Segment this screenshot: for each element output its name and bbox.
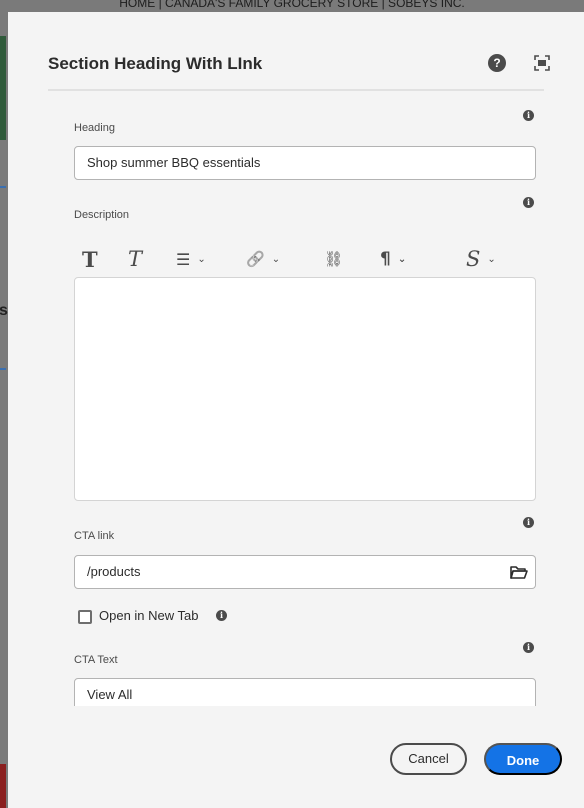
background-letter: s xyxy=(0,302,8,319)
browse-button[interactable] xyxy=(501,555,536,589)
cta-text-input[interactable]: View All xyxy=(74,678,536,706)
bold-button[interactable]: T xyxy=(82,246,98,272)
header-divider xyxy=(48,89,544,91)
list-icon: ☰ xyxy=(176,249,191,269)
open-new-tab-label: Open in New Tab xyxy=(99,608,199,623)
styles-icon: S xyxy=(466,247,481,271)
cta-link-label: CTA link xyxy=(74,530,115,542)
heading-label: Heading xyxy=(74,122,115,134)
scroll-viewport: View All xyxy=(68,672,548,706)
cta-link-info-icon[interactable]: i xyxy=(523,517,534,528)
list-button[interactable]: ☰ ⌄ xyxy=(176,248,206,270)
background-red-block xyxy=(0,764,6,808)
section-heading-dialog: Section Heading With LInk ? i Heading Sh… xyxy=(8,12,584,808)
background-blue-line-2 xyxy=(0,368,6,370)
unlink-icon: ⛓ xyxy=(324,250,344,268)
chevron-down-icon: ⌄ xyxy=(271,253,281,265)
done-button[interactable]: Done xyxy=(484,743,562,775)
description-label: Description xyxy=(74,209,130,221)
fullscreen-icon[interactable] xyxy=(534,55,550,71)
italic-icon: T xyxy=(128,247,143,271)
heading-input[interactable]: Shop summer BBQ essentials xyxy=(74,146,536,180)
chevron-down-icon: ⌄ xyxy=(487,253,496,265)
paragraph-button[interactable]: ¶ ⌄ xyxy=(380,248,406,270)
paragraph-icon: ¶ xyxy=(380,249,391,269)
background-topbar: HOME | CANADA'S FAMILY GROCERY STORE | S… xyxy=(0,0,584,12)
rich-text-toolbar: T T ☰ ⌄ 🔗 ⌄ ⛓ ¶ ⌄ S ⌄ xyxy=(74,246,536,272)
background-green-block xyxy=(0,36,6,140)
help-icon[interactable]: ? xyxy=(488,54,506,72)
cta-text-label: CTA Text xyxy=(74,654,118,666)
link-icon: 🔗 xyxy=(246,250,265,268)
open-new-tab-checkbox[interactable] xyxy=(78,610,92,624)
cta-text-info-icon[interactable]: i xyxy=(523,642,534,653)
background-page-title: HOME | CANADA'S FAMILY GROCERY STORE | S… xyxy=(119,0,465,10)
styles-button[interactable]: S ⌄ xyxy=(466,247,496,271)
cta-link-input[interactable]: /products xyxy=(74,555,502,589)
chevron-down-icon: ⌄ xyxy=(397,253,407,265)
description-info-icon[interactable]: i xyxy=(523,197,534,208)
link-button[interactable]: 🔗 ⌄ xyxy=(246,248,280,270)
dialog-title: Section Heading With LInk xyxy=(48,54,263,73)
cancel-button[interactable]: Cancel xyxy=(390,743,467,775)
folder-icon xyxy=(510,566,528,579)
background-blue-line xyxy=(0,186,6,188)
chevron-down-icon: ⌄ xyxy=(197,253,206,265)
italic-button[interactable]: T xyxy=(128,247,143,271)
unlink-button[interactable]: ⛓ xyxy=(324,248,343,270)
heading-info-icon[interactable]: i xyxy=(523,110,534,121)
bold-icon: T xyxy=(82,246,98,272)
open-new-tab-info-icon[interactable]: i xyxy=(216,610,227,621)
description-editor[interactable] xyxy=(74,277,536,501)
